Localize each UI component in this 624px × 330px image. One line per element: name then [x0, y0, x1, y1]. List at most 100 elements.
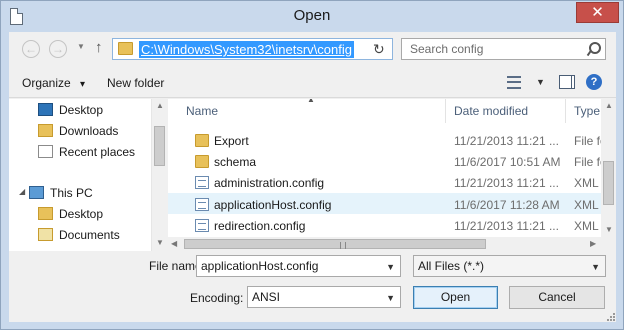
- open-button[interactable]: Open: [413, 286, 498, 309]
- scrollbar-thumb[interactable]: [184, 239, 486, 249]
- up-folder-button[interactable]: ↑: [95, 39, 103, 56]
- cancel-button[interactable]: Cancel: [509, 286, 605, 309]
- file-date: 11/21/2013 11:21 ...: [454, 176, 559, 190]
- nav-item-label: Documents: [59, 228, 120, 242]
- file-type: XML C: [574, 176, 601, 190]
- config-file-icon: [195, 198, 209, 211]
- nav-item-recent-places[interactable]: Recent places: [38, 143, 150, 161]
- organize-menu-button[interactable]: Organize ▾: [22, 76, 85, 90]
- nav-item-label: Desktop: [59, 103, 104, 117]
- file-list-horizontal-scrollbar[interactable]: ◀ ▶: [168, 237, 601, 251]
- refresh-button[interactable]: ↻: [373, 41, 385, 58]
- file-type: File fol: [574, 134, 601, 148]
- column-header-name[interactable]: Name: [168, 99, 446, 123]
- desktop-folder-icon: [38, 207, 53, 220]
- new-folder-button[interactable]: New folder: [107, 76, 164, 90]
- grip-icon: [340, 242, 346, 249]
- scrollbar-thumb[interactable]: [603, 161, 614, 205]
- recent-places-icon: [38, 145, 53, 158]
- file-name-value[interactable]: applicationHost.config: [201, 259, 318, 273]
- file-list-vertical-scrollbar[interactable]: ▲ ▼: [601, 99, 616, 237]
- encoding-select[interactable]: ANSI ▼: [247, 286, 401, 308]
- file-date: 11/21/2013 11:21 ...: [454, 134, 559, 148]
- file-row-applicationhost-config[interactable]: applicationHost.config 11/6/2017 11:28 A…: [168, 193, 601, 214]
- nav-item-label: Desktop: [59, 207, 104, 221]
- chevron-down-icon[interactable]: ▼: [591, 262, 600, 272]
- scroll-down-arrow-icon[interactable]: ▼: [156, 238, 164, 247]
- file-type: XML C: [574, 198, 601, 212]
- nav-item-this-pc[interactable]: This PC: [29, 184, 141, 202]
- file-type: File fol: [574, 155, 601, 169]
- forward-button[interactable]: →: [49, 40, 67, 58]
- documents-folder-icon: [38, 228, 53, 241]
- expand-arrow-icon[interactable]: ◢: [19, 187, 25, 196]
- file-name: Export: [214, 134, 249, 148]
- address-bar[interactable]: C:\Windows\System32\inetsrv\config ▼: [112, 38, 462, 60]
- nav-item-pc-desktop[interactable]: Desktop: [38, 205, 150, 223]
- search-placeholder: Search config: [410, 42, 484, 56]
- file-name: schema: [214, 155, 257, 169]
- nav-item-documents[interactable]: Documents: [38, 226, 150, 244]
- nav-item-label: Downloads: [59, 124, 119, 138]
- close-button[interactable]: ✕: [576, 2, 619, 23]
- view-options-icon[interactable]: [507, 76, 521, 89]
- navigation-bar: ← → ▼ ↑ C:\Windows\System32\inetsrv\conf…: [9, 32, 616, 68]
- preview-pane-icon[interactable]: [559, 75, 575, 89]
- chevron-down-icon[interactable]: ▼: [386, 262, 395, 272]
- nav-item-downloads[interactable]: Downloads: [38, 122, 150, 140]
- column-header-type[interactable]: Type: [566, 99, 601, 123]
- recent-locations-dropdown[interactable]: ▼: [77, 42, 85, 51]
- back-button[interactable]: ←: [22, 40, 40, 58]
- organize-label: Organize: [22, 76, 71, 90]
- chevron-down-icon[interactable]: ▼: [386, 293, 395, 303]
- nav-item-label: This PC: [50, 186, 93, 200]
- folder-icon: [118, 42, 133, 55]
- file-type-filter-select[interactable]: All Files (*.*) ▼: [413, 255, 606, 277]
- file-list: ▲ Name Date modified Type Export 11/21/2…: [168, 99, 601, 237]
- file-type: XML C: [574, 219, 601, 233]
- view-dropdown-icon[interactable]: ▼: [536, 77, 545, 87]
- help-icon[interactable]: ?: [586, 74, 602, 90]
- open-dialog: Open ✕ ← → ▼ ↑ C:\Windows\System32\inets…: [0, 0, 624, 330]
- file-name: redirection.config: [214, 219, 306, 233]
- chevron-down-icon: ▾: [80, 79, 86, 90]
- config-file-icon: [195, 219, 209, 232]
- file-name: applicationHost.config: [214, 198, 332, 212]
- downloads-folder-icon: [38, 124, 53, 137]
- file-row-redirection-config[interactable]: redirection.config 11/21/2013 11:21 ... …: [168, 215, 601, 236]
- encoding-value: ANSI: [252, 290, 281, 304]
- nav-item-label: Recent places: [59, 145, 136, 159]
- search-icon[interactable]: [587, 42, 601, 56]
- file-row-schema[interactable]: schema 11/6/2017 10:51 AM File fol: [168, 151, 601, 172]
- file-date: 11/21/2013 11:21 ...: [454, 219, 559, 233]
- folder-icon: [195, 155, 209, 168]
- encoding-label: Encoding:: [190, 291, 244, 305]
- nav-pane-scrollbar[interactable]: ▲ ▼: [151, 99, 167, 251]
- dialog-title: Open: [293, 7, 331, 24]
- column-header-date[interactable]: Date modified: [446, 99, 566, 123]
- address-text[interactable]: C:\Windows\System32\inetsrv\config: [139, 41, 354, 58]
- scroll-left-arrow-icon[interactable]: ◀: [171, 239, 177, 248]
- command-toolbar: Organize ▾ New folder ▼ ?: [9, 68, 616, 98]
- file-row-administration-config[interactable]: administration.config 11/21/2013 11:21 .…: [168, 172, 601, 193]
- dialog-body: ← → ▼ ↑ C:\Windows\System32\inetsrv\conf…: [9, 32, 616, 322]
- title-bar[interactable]: Open ✕: [1, 1, 623, 32]
- nav-item-desktop[interactable]: Desktop: [38, 101, 150, 119]
- navigation-pane: Desktop Downloads Recent places This PC …: [9, 99, 159, 251]
- file-date: 11/6/2017 10:51 AM: [454, 155, 561, 169]
- file-name-combobox[interactable]: applicationHost.config ▼: [196, 255, 401, 277]
- scroll-down-arrow-icon[interactable]: ▼: [605, 225, 613, 234]
- computer-icon: [29, 186, 44, 199]
- file-row-export[interactable]: Export 11/21/2013 11:21 ... File fol: [168, 130, 601, 151]
- file-date: 11/6/2017 11:28 AM: [454, 198, 560, 212]
- scrollbar-thumb[interactable]: [154, 126, 165, 166]
- scroll-up-arrow-icon[interactable]: ▲: [156, 101, 164, 110]
- scroll-up-arrow-icon[interactable]: ▲: [605, 101, 613, 110]
- desktop-icon: [38, 103, 53, 116]
- file-name: administration.config: [214, 176, 325, 190]
- resize-grip-icon[interactable]: [605, 313, 615, 321]
- search-input[interactable]: Search config: [401, 38, 606, 60]
- scroll-right-arrow-icon[interactable]: ▶: [590, 239, 596, 248]
- file-type-filter-value: All Files (*.*): [418, 259, 485, 273]
- config-file-icon: [195, 176, 209, 189]
